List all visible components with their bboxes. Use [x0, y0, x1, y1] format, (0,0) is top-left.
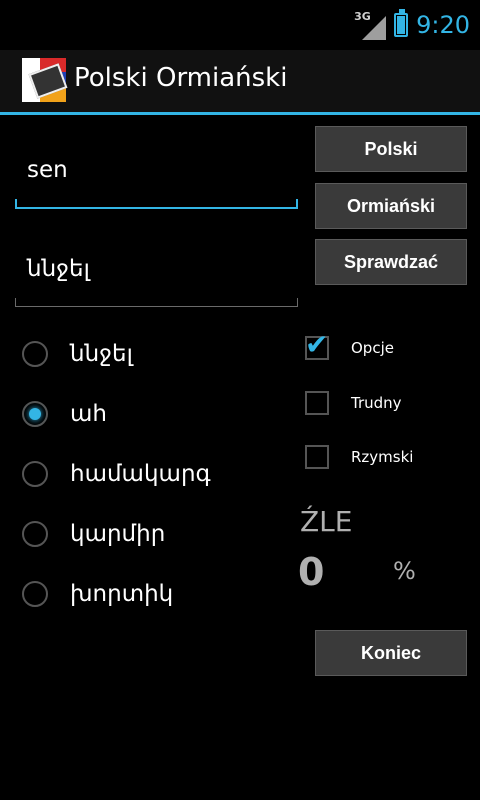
choice-option-5[interactable]: խորտիկ	[22, 574, 173, 614]
source-word-field[interactable]: sen	[15, 137, 298, 209]
result-status: ŹLE	[300, 505, 353, 538]
choice-option-3[interactable]: համակարգ	[22, 454, 211, 494]
option-trudny[interactable]: Trudny	[305, 387, 402, 419]
clock: 9:20	[416, 11, 470, 39]
signal-triangle	[362, 16, 387, 40]
radio-icon[interactable]	[22, 581, 48, 607]
radio-selected-icon[interactable]	[22, 401, 48, 427]
choice-label: կարմիր	[70, 521, 166, 547]
battery-fill	[397, 16, 406, 34]
app-icon	[22, 58, 68, 102]
option-opcje[interactable]: Opcje	[305, 328, 394, 364]
armenian-button[interactable]: Ormiański	[315, 183, 467, 229]
checkbox-icon[interactable]	[305, 391, 329, 415]
choice-label: խորտիկ	[70, 581, 174, 607]
radio-icon[interactable]	[22, 461, 48, 487]
option-rzymski[interactable]: Rzymski	[305, 441, 413, 473]
status-right: 3G 9:20	[354, 8, 470, 42]
choice-option-2[interactable]: ահ	[22, 394, 107, 434]
checkbox-icon[interactable]	[305, 445, 329, 469]
radio-icon[interactable]	[22, 521, 48, 547]
choice-label: ննջել	[70, 341, 133, 367]
answer-field[interactable]: ննջել	[15, 236, 298, 307]
radio-icon[interactable]	[22, 341, 48, 367]
percent-sign: %	[393, 557, 416, 585]
check-button[interactable]: Sprawdzać	[315, 239, 467, 285]
option-label: Rzymski	[351, 448, 414, 466]
action-bar-divider	[0, 112, 480, 115]
battery-charging-icon	[394, 9, 409, 37]
checkbox-checked-icon[interactable]	[305, 328, 329, 361]
choice-label: ահ	[70, 401, 107, 427]
polish-button[interactable]: Polski	[315, 126, 467, 172]
status-bar: 3G 9:20	[0, 0, 480, 50]
option-label: Trudny	[351, 394, 402, 412]
choice-option-1[interactable]: ննջել	[22, 334, 133, 374]
answer-value: ննջել	[27, 256, 90, 282]
end-button[interactable]: Koniec	[315, 630, 467, 676]
score-value: 0	[298, 550, 325, 594]
choice-option-4[interactable]: կարմիր	[22, 514, 165, 554]
option-label: Opcje	[351, 339, 394, 357]
choice-label: համակարգ	[70, 461, 211, 487]
signal-icon: 3G	[354, 10, 387, 40]
app-title: Polski Ormiański	[74, 63, 288, 93]
source-word-value: sen	[27, 157, 68, 183]
